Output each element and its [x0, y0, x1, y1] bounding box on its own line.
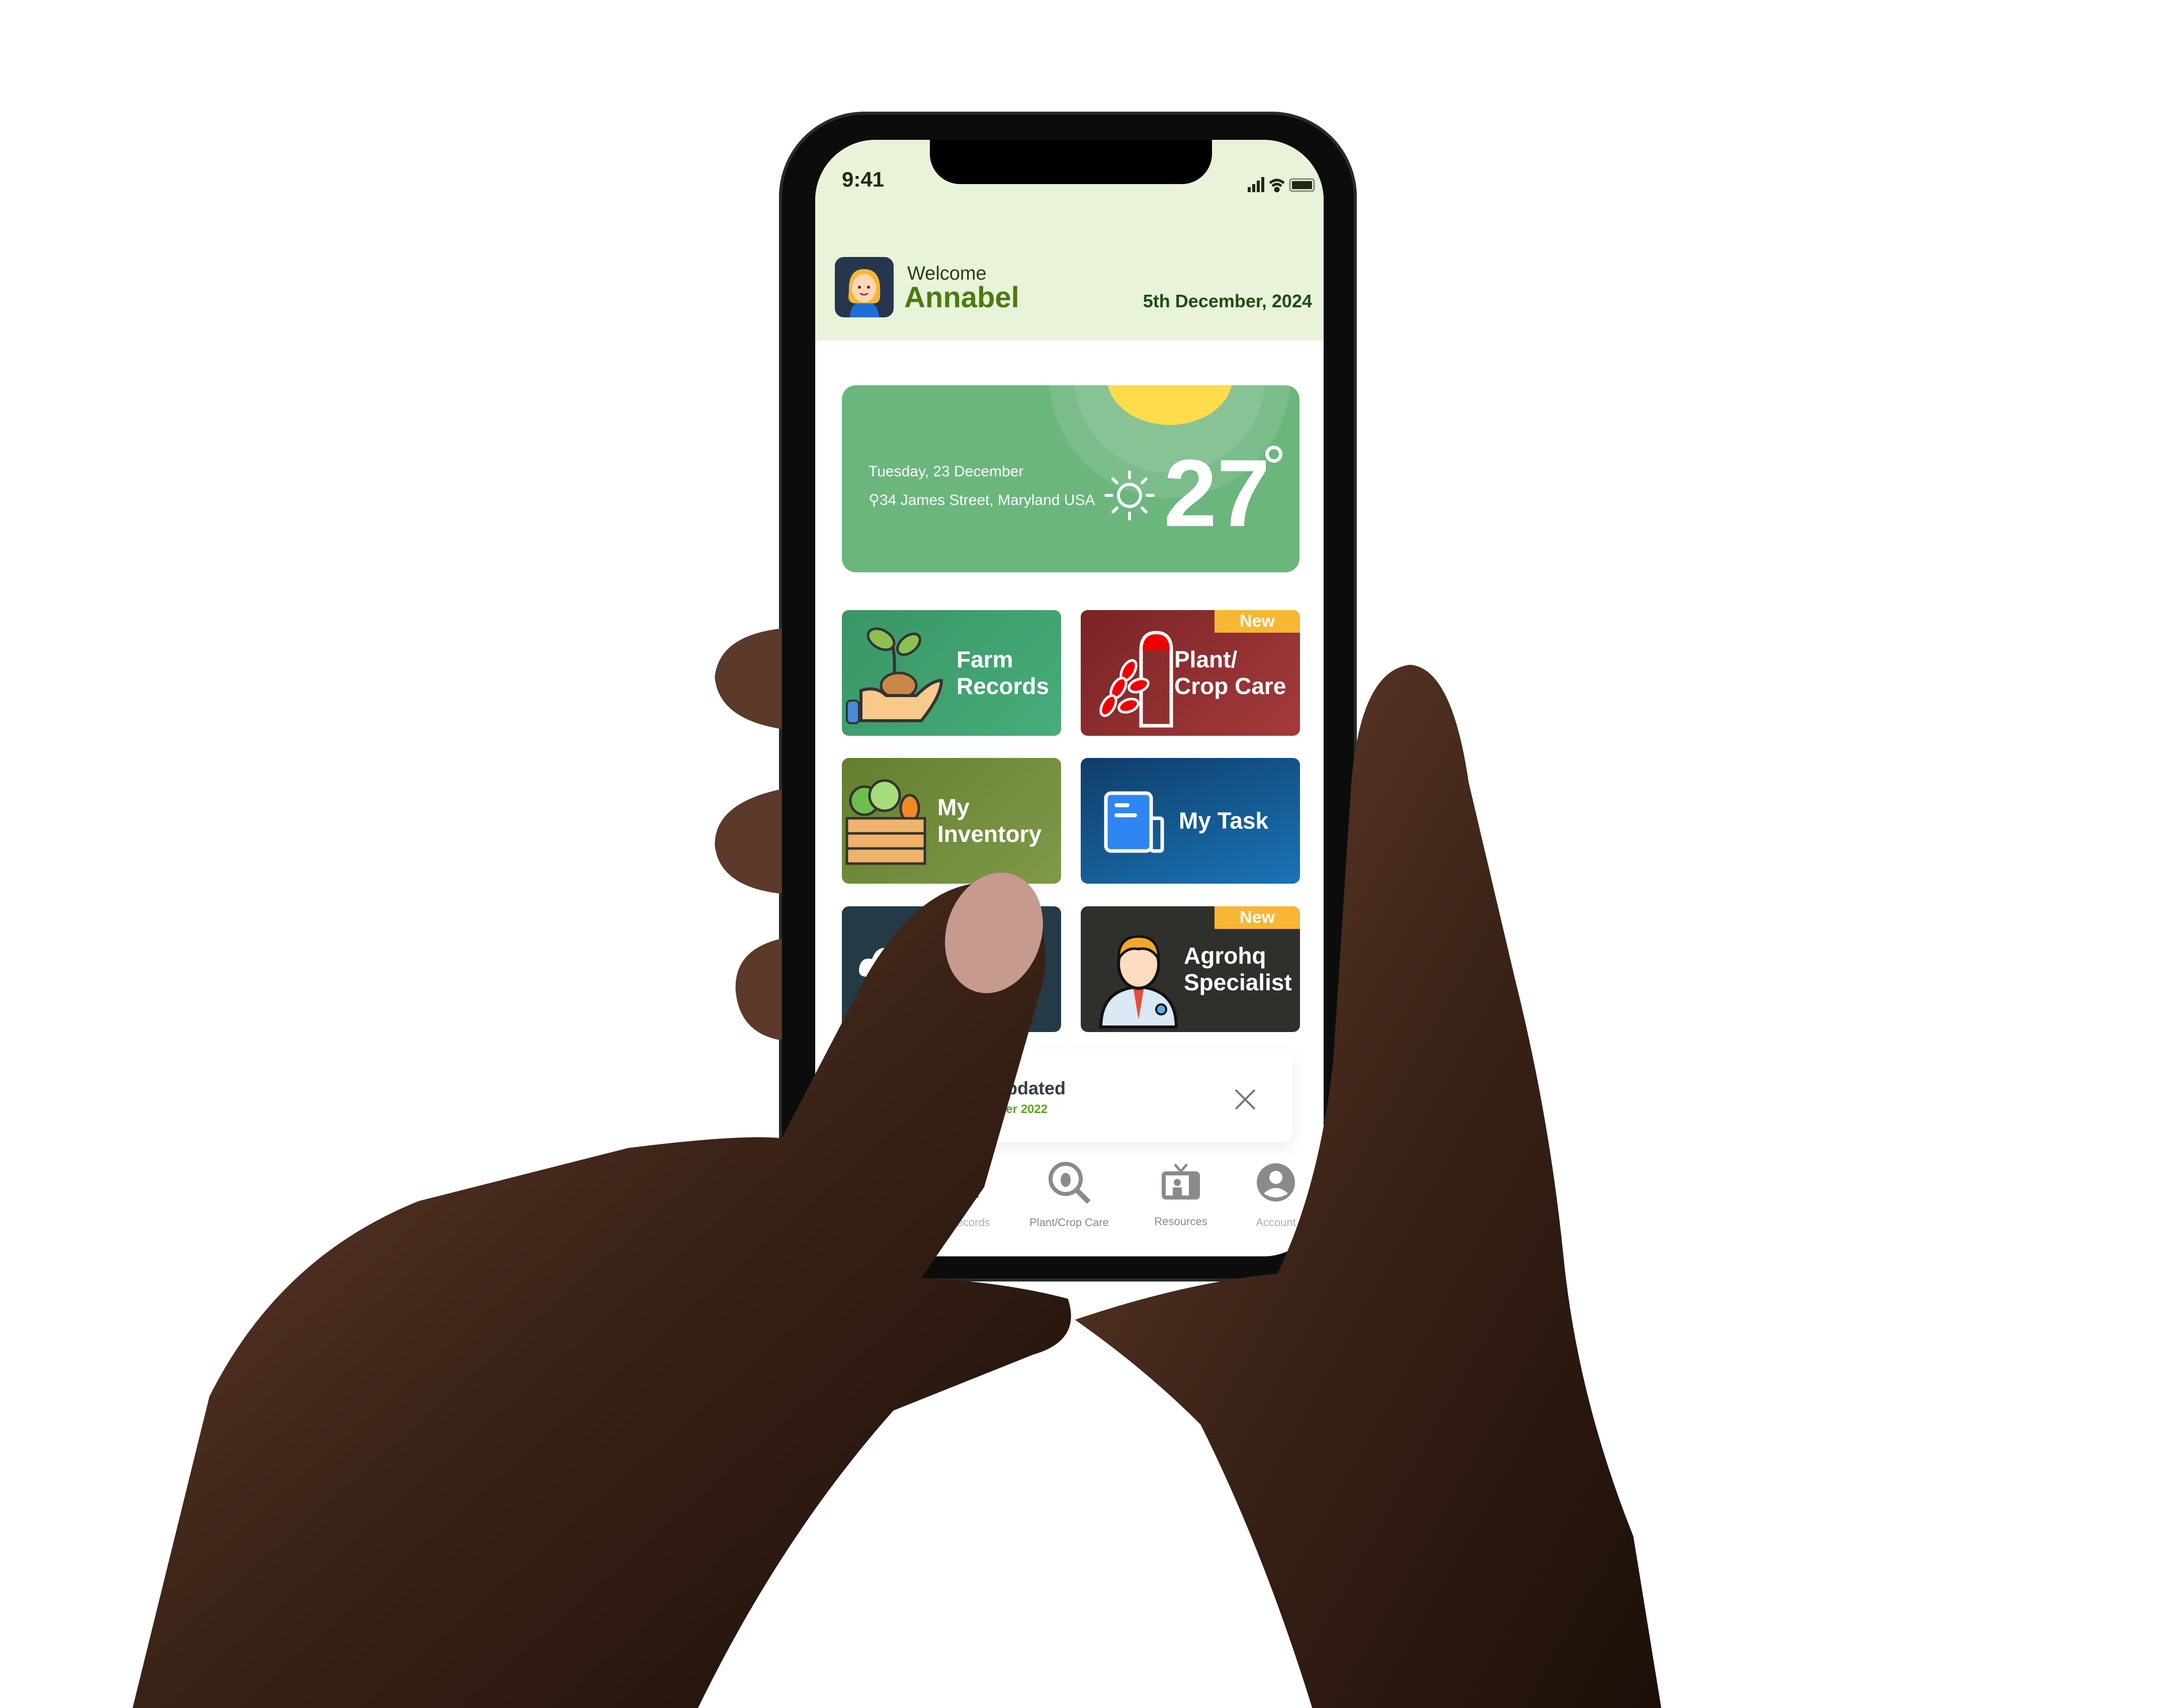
weather-location: ⚲34 James Street, Maryland USA [869, 491, 1095, 509]
notification-subtitle: tember 2022 [977, 1102, 1048, 1116]
tile-label: Plant/Crop Care [1174, 646, 1286, 699]
phone-screen: 9:41 Welcome Annabel 5th December, 2024 … [815, 140, 1324, 1256]
tv-icon[interactable] [1161, 1162, 1201, 1203]
user-name: Annabel [904, 281, 1019, 314]
nav-resources[interactable]: Resources [1154, 1215, 1207, 1228]
bottom-nav: My Records Plant/Crop Care Resources Acc… [815, 1151, 1324, 1256]
tile-label: Farm Records [957, 646, 1050, 699]
notification-title: d Updated [977, 1078, 1066, 1098]
tile-my-task[interactable]: My Task [1081, 758, 1300, 884]
nav-account[interactable]: Account [1256, 1216, 1296, 1229]
status-time: 9:41 [842, 167, 885, 191]
records-icon[interactable] [940, 1165, 981, 1200]
location-text: 34 James Street, Maryland USA [879, 492, 1095, 508]
tile-label: Agrohq Specialist [1184, 943, 1292, 995]
status-icons [1248, 177, 1315, 193]
document-icon [1104, 791, 1164, 853]
bug-search-icon[interactable] [1047, 1160, 1092, 1205]
left-fingers-behind [715, 628, 782, 1041]
avatar-girl-icon [848, 269, 881, 317]
tile-my-inventory[interactable]: My Inventory [842, 758, 1061, 884]
header-date: 5th December, 2024 [1143, 291, 1312, 311]
signal-icon [1248, 177, 1264, 192]
vegetable-crate-icon [845, 779, 926, 865]
sun-icon [1104, 470, 1155, 521]
new-badge: New [1215, 610, 1300, 633]
tile-hidden-partial[interactable]: n [842, 906, 1061, 1032]
plant-in-hand-icon [846, 627, 943, 724]
tile-plant-crop-care[interactable]: New Plant/Crop Care [1081, 610, 1300, 736]
tile-label: n [1028, 956, 1043, 982]
account-icon[interactable] [1256, 1162, 1296, 1203]
battery-icon [1289, 178, 1315, 192]
notification-card[interactable]: d Updated tember 2022 [843, 1050, 1293, 1142]
notch [930, 140, 1212, 184]
degree-symbol [1265, 446, 1282, 463]
weather-date: Tuesday, 23 December [869, 463, 1024, 480]
cloud-folder-icon [859, 948, 915, 997]
avatar[interactable] [835, 257, 894, 317]
nav-plant-crop-care[interactable]: Plant/Crop Care [1029, 1216, 1109, 1229]
close-icon[interactable] [1234, 1088, 1257, 1111]
weather-card[interactable]: Tuesday, 23 December ⚲34 James Street, M… [842, 385, 1299, 572]
location-pin-icon: ⚲ [869, 492, 880, 508]
tile-label: My Task [1179, 807, 1269, 834]
wifi-icon [1269, 179, 1285, 193]
tile-agrohq-specialist[interactable]: New Agrohq Specialist [1081, 906, 1300, 1032]
nav-my-records[interactable]: My Records [931, 1216, 990, 1229]
doctor-icon [1099, 935, 1178, 1029]
tile-label: My Inventory [937, 794, 1042, 847]
temperature: 27 [1164, 440, 1270, 547]
new-badge: New [1215, 906, 1300, 929]
tile-farm-records[interactable]: Farm Records [842, 610, 1061, 736]
